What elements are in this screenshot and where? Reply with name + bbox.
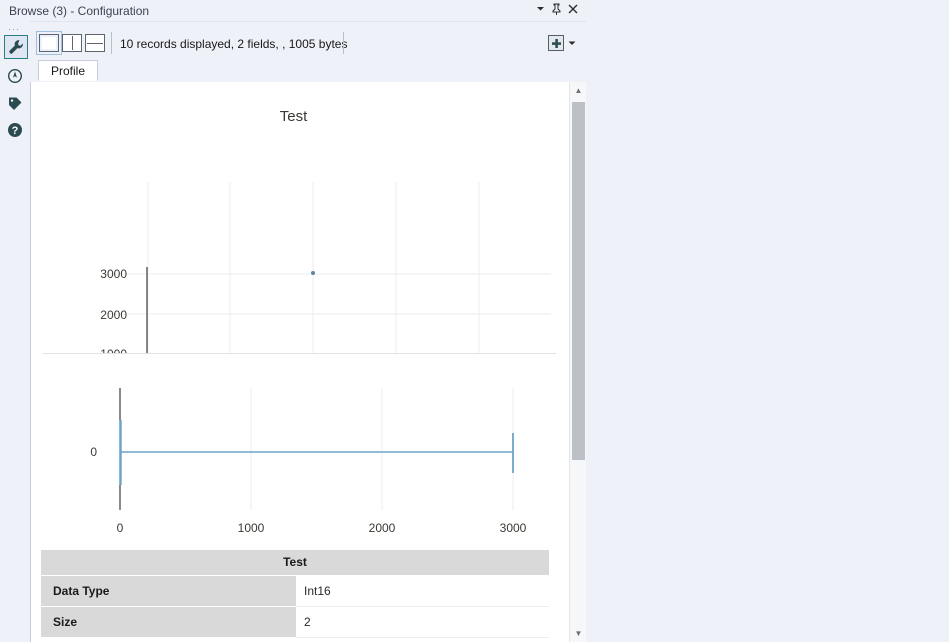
profile-field-table: Test Data Type Int16 Size 2	[41, 550, 549, 638]
config-toolbar: 10 records displayed, 2 fields, , 1005 b…	[30, 30, 586, 60]
workspace-area: challenge_143_gg_finish.yxmd*	[586, 0, 949, 642]
boxplot-category-label: 0	[90, 445, 97, 459]
profile-body: Test 3000 2000 1000 0 0 1000 2000 3000 T…	[30, 82, 587, 642]
config-icon-rail: ··· ?	[0, 21, 30, 642]
view-split-vertical-button[interactable]	[62, 34, 82, 52]
help-icon[interactable]: ?	[4, 119, 26, 141]
records-summary-text: 10 records displayed, 2 fields, , 1005 b…	[120, 37, 348, 51]
field-table-header: Test	[41, 550, 549, 576]
svg-text:3000: 3000	[500, 521, 527, 535]
scroll-down-icon[interactable]: ▼	[570, 625, 587, 642]
table-row: Data Type Int16	[41, 576, 549, 607]
box-plot-chart: 0 0 1000 2000 3000	[31, 355, 556, 545]
svg-text:2000: 2000	[369, 521, 396, 535]
drag-handle-dots[interactable]: ···	[8, 24, 20, 34]
tag-icon[interactable]	[4, 93, 26, 115]
config-titlebar: Browse (3) - Configuration	[0, 0, 586, 22]
toolbar-divider	[111, 32, 112, 54]
svg-text:3000: 3000	[100, 267, 127, 281]
chevron-down-icon[interactable]	[533, 3, 548, 18]
page-title: Browse (3) - Configuration	[9, 4, 150, 18]
scatter-chart: Test 3000 2000 1000	[31, 82, 556, 354]
pin-icon[interactable]	[549, 3, 564, 18]
toolbar-divider	[343, 32, 344, 54]
wrench-icon[interactable]	[4, 35, 28, 59]
field-value-data-type: Int16	[296, 576, 549, 607]
scrollbar-thumb[interactable]	[572, 102, 585, 460]
svg-text:1000: 1000	[238, 521, 265, 535]
profile-scrollbar[interactable]: ▲ ▼	[569, 82, 587, 642]
view-single-pane-button[interactable]	[36, 31, 62, 55]
field-label-data-type: Data Type	[41, 576, 296, 607]
scroll-up-icon[interactable]: ▲	[570, 82, 587, 99]
chevron-down-icon[interactable]	[568, 39, 576, 49]
add-icon[interactable]	[548, 35, 564, 51]
close-icon[interactable]	[565, 3, 580, 18]
svg-text:0: 0	[117, 521, 124, 535]
chart-divider	[43, 353, 556, 354]
svg-text:2000: 2000	[100, 308, 127, 322]
field-label-size: Size	[41, 607, 296, 638]
field-value-size: 2	[296, 607, 549, 638]
view-split-horizontal-button[interactable]	[85, 34, 105, 52]
tab-profile[interactable]: Profile	[38, 60, 99, 81]
svg-text:?: ?	[12, 125, 19, 137]
scatter-chart-svg: 3000 2000 1000 0 0 2 4 6 8	[100, 182, 551, 354]
table-row: Size 2	[41, 607, 549, 638]
configuration-panel: Browse (3) - Configuration ··· ? 10 reco…	[0, 0, 587, 642]
compass-icon[interactable]	[4, 65, 26, 87]
profile-tabstrip: Profile	[30, 60, 586, 83]
box-plot-svg: 0 0 1000 2000 3000	[90, 388, 527, 535]
